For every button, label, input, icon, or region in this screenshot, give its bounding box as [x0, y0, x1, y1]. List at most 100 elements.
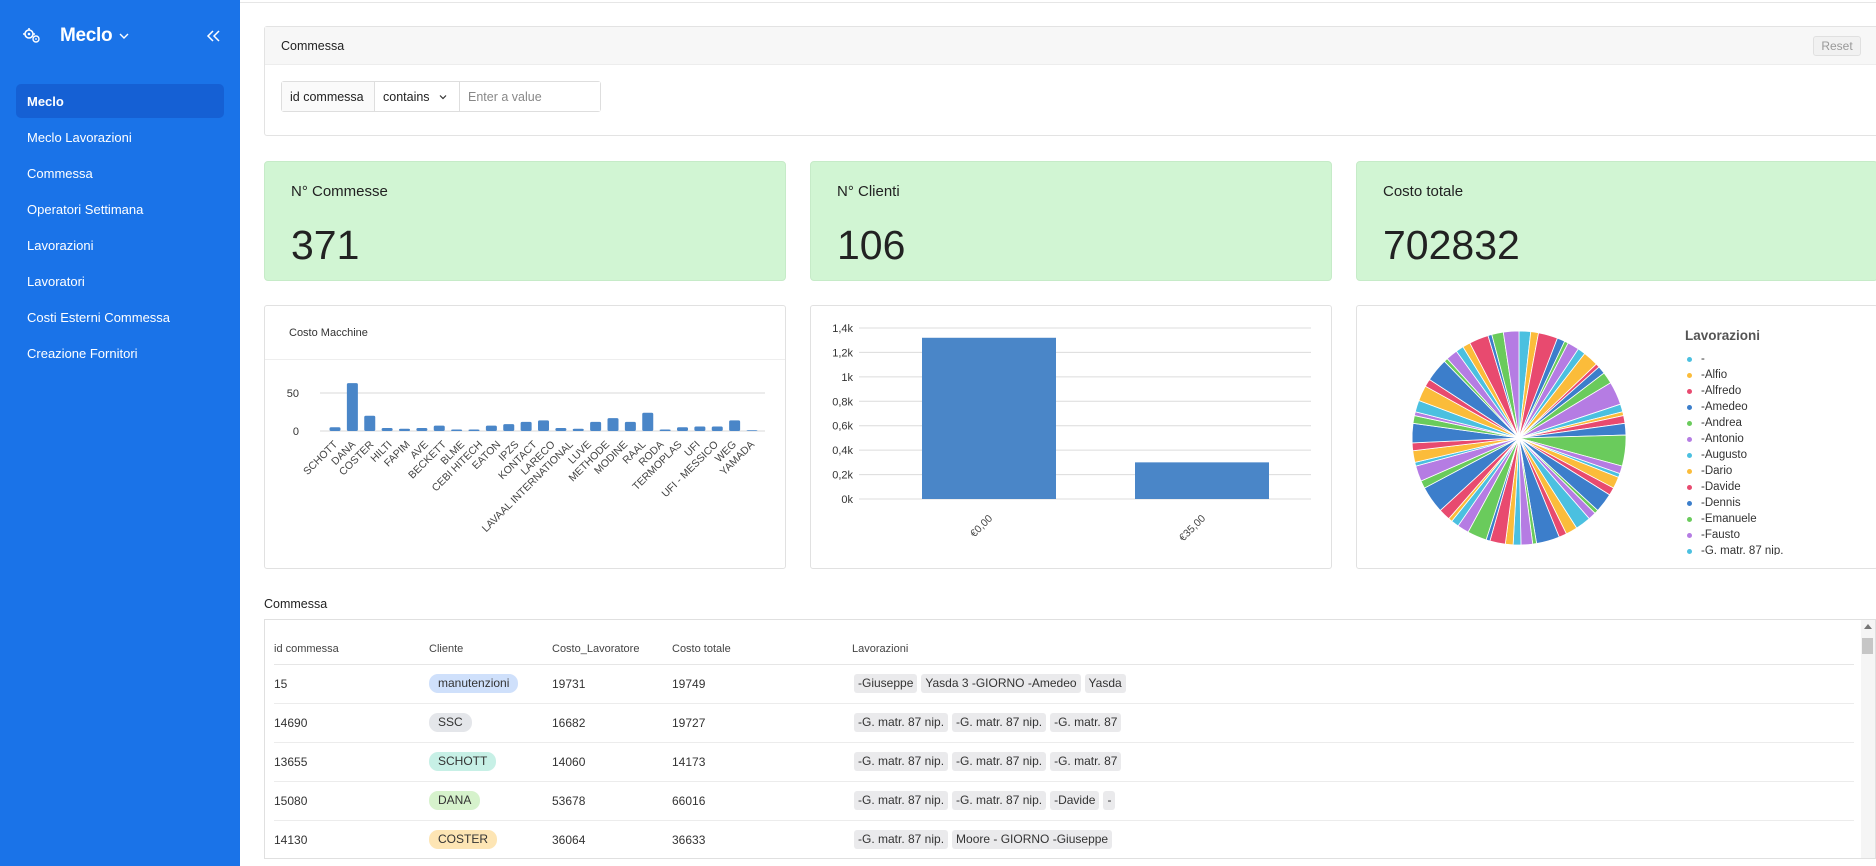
bar[interactable] [520, 421, 532, 431]
filter-value-input[interactable] [460, 82, 600, 111]
bar[interactable] [746, 430, 758, 431]
bar[interactable] [346, 383, 358, 431]
metric-card-clienti: N° Clienti 106 [810, 161, 1332, 281]
legend-item[interactable]: -Fausto [1687, 527, 1876, 543]
bar[interactable] [659, 429, 671, 431]
bar[interactable] [329, 427, 341, 431]
y-tick-label: 0 [293, 426, 299, 438]
cell-costo-totale: 19749 [672, 677, 706, 691]
table-row[interactable]: 15 manutenzioni 19731 19749 -Giuseppe Yasda 3… [274, 665, 1854, 704]
legend-item[interactable]: -Alfredo [1687, 383, 1876, 399]
filter-row: id commessa contains [281, 81, 601, 112]
reset-button[interactable]: Reset [1813, 36, 1861, 56]
column-header-costo-lavoratore[interactable]: Costo_Lavoratore [552, 643, 639, 655]
legend-item[interactable]: -Augusto [1687, 447, 1876, 463]
bar[interactable] [364, 415, 376, 431]
sidebar-item-commessa[interactable]: Commessa [16, 156, 224, 190]
bar[interactable] [451, 429, 463, 431]
filter-panel: Commessa Reset id commessa contains [264, 26, 1876, 136]
filter-operator-select[interactable]: contains [375, 82, 460, 111]
scroll-up-arrow-icon[interactable] [1864, 624, 1872, 629]
bar[interactable] [572, 428, 584, 431]
legend-item[interactable]: -G. matr. 87 nip. [1687, 543, 1876, 555]
y-tick-label: 50 [287, 388, 299, 400]
chevron-down-icon[interactable] [118, 30, 130, 42]
legend-item[interactable]: -Antonio [1687, 431, 1876, 447]
lavorazione-chip: -G. matr. 87 nip. [854, 752, 949, 771]
column-header-cliente[interactable]: Cliente [429, 643, 463, 655]
bar[interactable] [922, 337, 1056, 499]
lavorazione-chip: Moore - GIORNO -Giuseppe [952, 830, 1113, 849]
sidebar-item-creazione-fornitori[interactable]: Creazione Fornitori [16, 336, 224, 370]
bar[interactable] [433, 425, 445, 431]
legend-color-dot [1687, 452, 1692, 458]
sidebar-item-operatori-settimana[interactable]: Operatori Settimana [16, 192, 224, 226]
legend-color-dot [1687, 404, 1692, 410]
lavorazione-chip: -G. matr. 87 nip. [854, 830, 949, 849]
lavorazione-chip: -Giuseppe [854, 674, 918, 693]
cell-lavorazioni: -G. matr. 87 nip. -G. matr. 87 nip. -G. ma… [854, 713, 1132, 734]
bar[interactable] [624, 421, 636, 431]
table-row[interactable]: 15080 DANA 53678 66016 -G. matr. 87 nip. -G. … [274, 782, 1854, 821]
legend-item[interactable]: -Andrea [1687, 415, 1876, 431]
bar[interactable] [468, 429, 480, 431]
lavorazione-chip: -G. matr. 87 [1050, 713, 1122, 732]
bar[interactable] [590, 421, 602, 431]
bar[interactable] [503, 424, 515, 431]
legend-item[interactable]: - [1687, 351, 1876, 367]
legend-item[interactable]: -Alfio [1687, 367, 1876, 383]
bar[interactable] [555, 427, 567, 431]
bar[interactable] [399, 428, 410, 431]
cell-costo-totale: 19727 [672, 716, 706, 730]
sidebar-item-lavoratori[interactable]: Lavoratori [16, 264, 224, 298]
legend-item[interactable]: -Dennis [1687, 495, 1876, 511]
sidebar-item-meclo[interactable]: Meclo [16, 84, 224, 118]
cell-costo-lavoratore: 36064 [552, 833, 586, 847]
bar[interactable] [416, 427, 428, 431]
metric-card-commesse: N° Commesse 371 [264, 161, 786, 281]
x-tick-label: €0,00 [968, 513, 995, 540]
cell-lavorazioni: -G. matr. 87 nip. -G. matr. 87 nip. -David… [854, 791, 1132, 812]
chart-card-costo-macchine: Costo Macchine 50 0 SCHOTT DANA COSTER HILTI F… [264, 305, 786, 569]
bar[interactable] [538, 420, 549, 431]
bar[interactable] [1135, 462, 1269, 499]
bar[interactable] [694, 426, 706, 431]
sidebar-item-costi-esterni[interactable]: Costi Esterni Commessa [16, 300, 224, 334]
scrollbar-thumb[interactable] [1862, 638, 1873, 654]
collapse-sidebar-icon[interactable] [204, 28, 222, 44]
legend-item[interactable]: -Emanuele [1687, 511, 1876, 527]
legend-item[interactable]: -Davide [1687, 479, 1876, 495]
legend-item[interactable]: -Dario [1687, 463, 1876, 479]
sidebar-item-lavorazioni[interactable]: Lavorazioni [16, 228, 224, 262]
table-row[interactable]: 13655 SCHOTT 14060 14173 -G. matr. 87 nip. -G… [274, 743, 1854, 782]
legend-title: Lavorazioni [1685, 328, 1761, 343]
table-row[interactable]: 14130 COSTER 36064 36633 -G. matr. 87 nip. Mo… [274, 821, 1854, 858]
cliente-badge: manutenzioni [429, 674, 519, 693]
y-tick-label: 0,8k [832, 396, 853, 408]
legend-item[interactable]: -Amedeo [1687, 399, 1876, 415]
column-header-costo-totale[interactable]: Costo totale [672, 643, 731, 655]
column-header-id[interactable]: id commessa [274, 643, 339, 655]
bar[interactable] [677, 427, 688, 431]
bar[interactable] [711, 426, 723, 431]
cell-cliente: manutenzioni [429, 674, 519, 693]
sidebar-item-meclo-lavorazioni[interactable]: Meclo Lavorazioni [16, 120, 224, 154]
legend-color-dot [1687, 548, 1692, 554]
table-scrollbar[interactable] [1861, 620, 1875, 858]
legend-color-dot [1687, 388, 1692, 394]
top-divider [240, 2, 1876, 3]
chevron-down-icon [439, 94, 446, 99]
bar[interactable] [642, 412, 654, 431]
bar[interactable] [381, 427, 393, 431]
app-title[interactable]: Meclo [60, 25, 113, 47]
filter-operator-value: contains [383, 89, 430, 104]
bar[interactable] [607, 418, 619, 431]
lavorazione-chip: -Davide [1050, 791, 1100, 810]
legend-label: -Davide [1701, 481, 1741, 493]
bar[interactable] [485, 425, 497, 431]
bar[interactable] [729, 420, 741, 431]
column-header-lavorazioni[interactable]: Lavorazioni [852, 643, 908, 655]
legend-label: - [1701, 353, 1705, 365]
table-row[interactable]: 14690 SSC 16682 19727 -G. matr. 87 nip. -G. m… [274, 704, 1854, 743]
legend-color-dot [1687, 500, 1692, 506]
